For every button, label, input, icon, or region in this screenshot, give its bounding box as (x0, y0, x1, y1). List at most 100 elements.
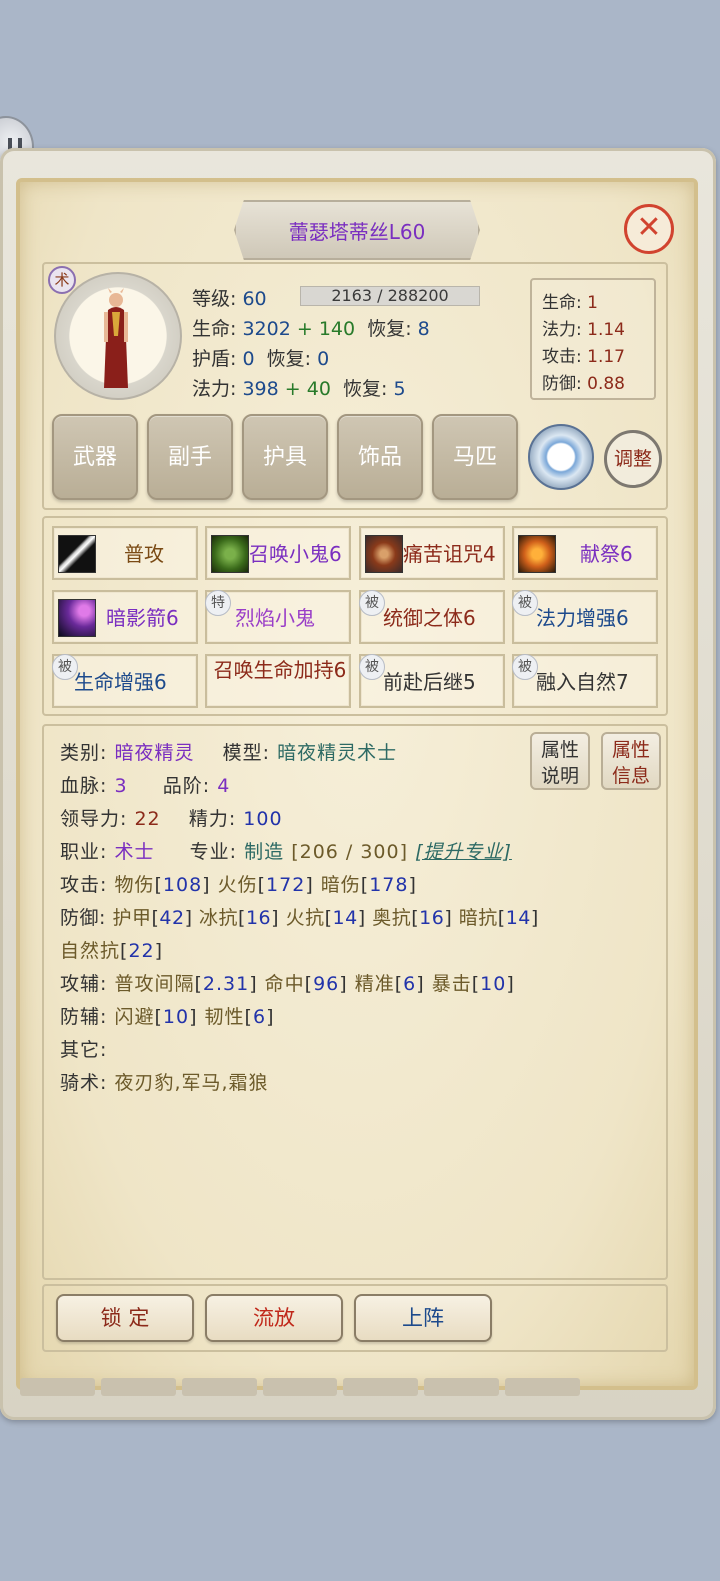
skill-name: 融入自然7 (536, 670, 629, 694)
skill-slot[interactable]: 痛苦诅咒4 (359, 526, 505, 580)
skill-tag-badge: 被 (512, 590, 538, 616)
mp-regen-label: 恢复: (343, 378, 388, 400)
job-label: 职业: (60, 841, 108, 863)
profession-value: 制造 (244, 841, 285, 863)
stat-value: 14 (332, 907, 358, 929)
skill-name: 烈焰小鬼 (235, 606, 315, 630)
stat-name: 火抗 (285, 907, 325, 929)
stat-value: 178 (369, 874, 409, 896)
class-badge: 术 (48, 266, 76, 294)
equip-offhand-button[interactable]: 副手 (147, 414, 233, 500)
energy-label: 精力: (188, 808, 237, 830)
stat-value: 10 (162, 1006, 190, 1028)
shadowbolt-icon (58, 599, 96, 637)
stat-value: 6 (403, 973, 417, 995)
skill-name: 前赴后继5 (383, 670, 476, 694)
skill-slot[interactable]: 被 融入自然7 (512, 654, 658, 708)
hp-label: 生命: (192, 318, 237, 340)
skill-slot[interactable]: 特 烈焰小鬼 (205, 590, 351, 644)
skill-tag-badge: 特 (205, 590, 231, 616)
footer-tab[interactable] (181, 1378, 257, 1396)
multiplier-label: 法力: (542, 320, 582, 340)
shield-regen: 0 (317, 348, 330, 370)
skill-name: 统御之体6 (383, 606, 476, 630)
stat-value: 6 (252, 1006, 267, 1028)
deploy-button[interactable]: 上阵 (354, 1294, 492, 1342)
upgrade-profession-link[interactable]: [提升专业] (415, 841, 512, 863)
skill-slot[interactable]: 普攻 (52, 526, 198, 580)
footer-tab[interactable] (100, 1378, 176, 1396)
footer-tab[interactable] (262, 1378, 338, 1396)
bloodline-row: 血脉: 3 品阶: 4 (60, 771, 230, 798)
stat-name: 自然抗 (60, 940, 121, 962)
defense-assist-label: 防辅: (60, 1006, 108, 1028)
attack-label: 攻击: (60, 874, 108, 896)
adjust-button[interactable]: 调整 (604, 430, 662, 488)
page-title: 蕾瑟塔蒂丝L60 (288, 219, 426, 244)
rank-medal-icon[interactable] (528, 424, 594, 490)
attribute-description-button[interactable]: 属性 说明 (530, 732, 590, 790)
stat-name: 闪避 (114, 1006, 155, 1028)
profession-progress: [206 / 300] (291, 841, 409, 863)
skill-name: 普攻 (124, 542, 164, 566)
model-value: 暗夜精灵术士 (277, 742, 398, 764)
stat-value: 42 (159, 907, 185, 929)
skill-tag-badge: 被 (512, 654, 538, 680)
hp-row: 生命: 3202 + 140 恢复: 8 (192, 314, 430, 341)
exile-button[interactable]: 流放 (205, 1294, 343, 1342)
equip-weapon-button[interactable]: 武器 (52, 414, 138, 500)
skill-slot[interactable]: 被 法力增强6 (512, 590, 658, 644)
defense-assist-row: 防辅: 闪避[10] 韧性[6] (60, 1006, 275, 1028)
multiplier-label: 攻击: (542, 347, 582, 367)
stat-value: 172 (266, 874, 306, 896)
close-button[interactable]: ✕ (624, 204, 674, 254)
profession-label: 专业: (189, 841, 238, 863)
skill-slot[interactable]: 暗影箭6 (52, 590, 198, 644)
riding-row: 骑术: 夜刃豹,军马,霜狼 (60, 1068, 269, 1095)
multiplier-row: 生命: 1 (542, 288, 598, 313)
skill-slot[interactable]: 被 统御之体6 (359, 590, 505, 644)
stat-value: 16 (245, 907, 272, 929)
level-label: 等级: (192, 288, 237, 310)
skill-name: 暗影箭6 (106, 606, 179, 630)
category-row: 类别: 暗夜精灵 模型: 暗夜精灵术士 (60, 738, 397, 765)
stat-name: 暗抗 (458, 907, 498, 929)
model-label: 模型: (222, 742, 271, 764)
close-icon: ✕ (636, 210, 662, 245)
footer-tab[interactable] (343, 1378, 419, 1396)
stat-name: 火伤 (217, 874, 258, 896)
skill-slot[interactable]: 召唤小鬼6 (205, 526, 351, 580)
other-label: 其它: (60, 1039, 108, 1061)
footer-tab[interactable] (20, 1378, 95, 1396)
category-label: 类别: (60, 742, 108, 764)
skill-slot[interactable]: 被 生命增强6 (52, 654, 198, 708)
skill-name: 痛苦诅咒4 (403, 542, 496, 566)
level-value: 60 (242, 288, 267, 310)
multiplier-label: 生命: (542, 293, 582, 313)
multiplier-value: 1 (587, 293, 598, 313)
footer-tab[interactable] (505, 1378, 581, 1396)
skill-slot[interactable]: 被 前赴后继5 (359, 654, 505, 708)
footer-tab[interactable] (424, 1378, 500, 1396)
stat-name: 暴击 (431, 973, 472, 995)
curse-icon (365, 535, 403, 573)
equip-accessory-button[interactable]: 饰品 (337, 414, 423, 500)
level-row: 等级: 60 (192, 284, 267, 311)
button-label: 属性 (540, 739, 579, 761)
mp-row: 法力: 398 + 40 恢复: 5 (192, 374, 406, 401)
attack-row: 攻击: 物伤[108] 火伤[172] 暗伤[178] (60, 874, 417, 896)
equip-mount-button[interactable]: 马匹 (432, 414, 518, 500)
mp-bonus: + 40 (284, 378, 331, 400)
skill-slot[interactable]: 献祭6 (512, 526, 658, 580)
leadership-label: 领导力: (60, 808, 128, 830)
imp-icon (211, 535, 249, 573)
lock-button[interactable]: 锁 定 (56, 1294, 194, 1342)
equip-armor-button[interactable]: 护具 (242, 414, 328, 500)
attribute-info-button[interactable]: 属性 信息 (601, 732, 661, 790)
sword-icon (58, 535, 96, 573)
other-row: 其它: (60, 1035, 107, 1062)
skill-slot[interactable]: 召唤生命加持6 (205, 654, 351, 708)
defense-row: 防御: 护甲[42] 冰抗[16] 火抗[14] 奥抗[16] 暗抗[14] (60, 907, 539, 929)
skill-name: 召唤小鬼6 (249, 542, 342, 566)
stat-value: 14 (505, 907, 531, 929)
